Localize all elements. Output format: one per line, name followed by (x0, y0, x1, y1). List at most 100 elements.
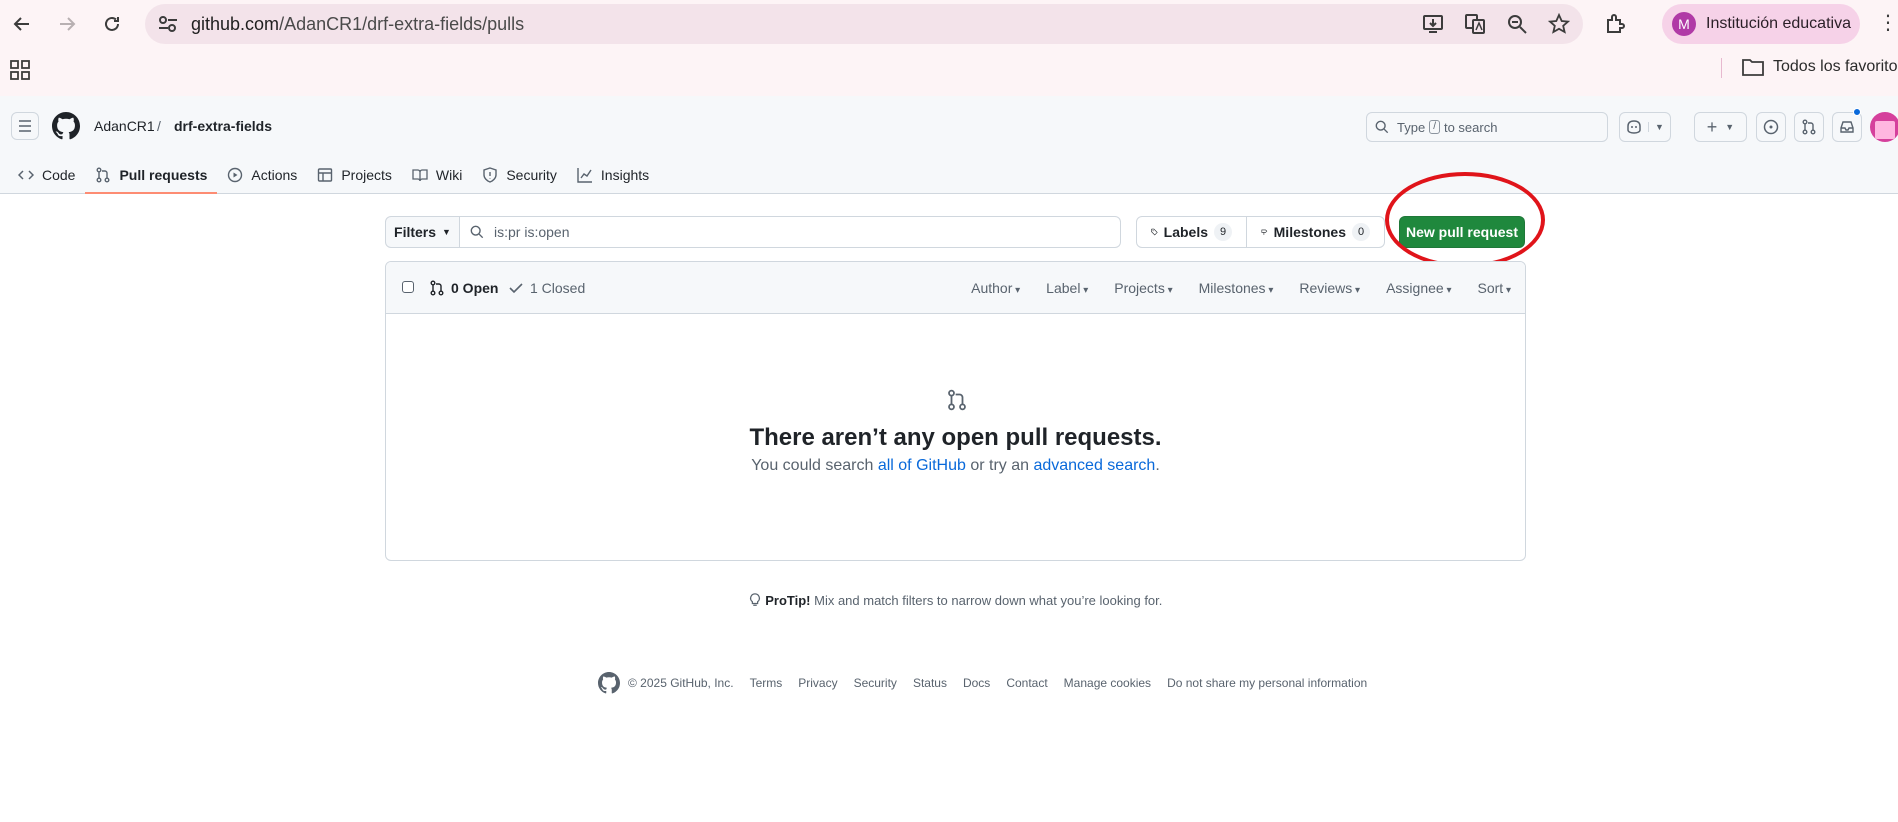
footer-link-contact[interactable]: Contact (1006, 676, 1047, 690)
create-new-button[interactable]: + ▼ (1694, 112, 1747, 142)
chevron-down-icon: ▼ (1725, 122, 1735, 132)
bookmark-star-icon[interactable] (1547, 12, 1571, 36)
user-avatar[interactable] (1870, 112, 1898, 142)
light-bulb-icon (749, 593, 760, 606)
milestones-menu[interactable]: Milestones (1199, 280, 1274, 296)
repo-nav: Code Pull requests Actions Projects Wiki… (0, 156, 659, 194)
address-bar[interactable]: github.com/AdanCR1/drf-extra-fields/pull… (145, 4, 1583, 44)
github-logo-icon[interactable] (598, 672, 620, 694)
tab-label: Actions (251, 167, 298, 183)
profile-button[interactable]: M Institución educativa (1662, 4, 1860, 44)
closed-count-label: 1 Closed (530, 280, 586, 296)
bookmarks-bar (0, 48, 1898, 96)
milestone-icon (1261, 229, 1268, 235)
git-pull-request-icon (96, 167, 110, 183)
copilot-button[interactable]: ▼ (1619, 112, 1671, 142)
graph-icon (577, 168, 592, 183)
back-icon[interactable] (10, 12, 34, 36)
assignee-menu[interactable]: Assignee (1386, 280, 1451, 296)
browser-chrome: github.com/AdanCR1/drf-extra-fields/pull… (0, 0, 1898, 96)
tab-label: Wiki (435, 167, 463, 183)
bookmarks-separator (1721, 58, 1722, 78)
issue-opened-icon (1763, 119, 1779, 135)
search-input[interactable]: Type / to search (1366, 112, 1608, 142)
tab-wiki[interactable]: Wiki (402, 156, 472, 194)
zoom-icon[interactable] (1505, 12, 1529, 36)
select-all-checkbox[interactable] (402, 281, 414, 293)
inbox-button[interactable] (1832, 112, 1862, 142)
folder-icon (1742, 59, 1764, 76)
open-filter-link[interactable]: 0 Open (429, 280, 498, 296)
reviews-menu[interactable]: Reviews (1299, 280, 1360, 296)
tab-label: Security (506, 167, 557, 183)
github-logo-icon[interactable] (52, 112, 80, 140)
plus-icon: + (1706, 117, 1718, 137)
filter-query-text: is:pr is:open (494, 224, 570, 240)
footer: © 2025 GitHub, Inc. Terms Privacy Securi… (598, 672, 1367, 694)
extensions-icon[interactable] (1604, 12, 1628, 36)
issues-button[interactable] (1756, 112, 1786, 142)
browser-toolbar: github.com/AdanCR1/drf-extra-fields/pull… (0, 0, 1898, 48)
copilot-icon (1627, 120, 1641, 134)
footer-link-docs[interactable]: Docs (963, 676, 990, 690)
tab-security[interactable]: Security (472, 156, 567, 194)
search-icon (1375, 120, 1389, 134)
code-icon (18, 170, 34, 180)
tab-label: Pull requests (119, 167, 208, 183)
breadcrumb-repo[interactable]: drf-extra-fields (174, 118, 272, 134)
menu-icon[interactable] (11, 112, 39, 140)
author-menu[interactable]: Author (971, 280, 1020, 296)
footer-link-privacy[interactable]: Privacy (798, 676, 837, 690)
bookmarks-folder-label: Todos los favoritos (1773, 58, 1898, 75)
tab-label: Code (42, 167, 76, 183)
labels-label: Labels (1163, 224, 1208, 240)
labels-button[interactable]: Labels 9 (1136, 216, 1247, 248)
footer-link-terms[interactable]: Terms (750, 676, 783, 690)
breadcrumb-owner[interactable]: AdanCR1 (94, 118, 155, 134)
milestones-button[interactable]: Milestones 0 (1247, 216, 1385, 248)
tab-label: Projects (341, 167, 392, 183)
protip: ProTip! Mix and match filters to narrow … (0, 593, 1898, 608)
forward-icon[interactable] (55, 12, 79, 36)
tab-pull-requests[interactable]: Pull requests (85, 156, 218, 194)
tab-projects[interactable]: Projects (307, 156, 402, 194)
label-menu[interactable]: Label (1046, 280, 1088, 296)
filter-search-input[interactable]: is:pr is:open (460, 216, 1121, 248)
translate-icon[interactable] (1463, 12, 1487, 36)
browser-menu-icon[interactable]: ⋮ (1878, 12, 1898, 36)
filters-bar: Filters ▼ is:pr is:open (385, 216, 1121, 248)
closed-filter-link[interactable]: 1 Closed (508, 280, 585, 296)
tab-insights[interactable]: Insights (567, 156, 659, 194)
footer-copyright: © 2025 GitHub, Inc. (628, 676, 734, 690)
profile-avatar: M (1672, 12, 1696, 36)
all-bookmarks-folder[interactable]: Todos los favoritos (1742, 58, 1898, 76)
labels-counter: 9 (1214, 223, 1232, 241)
apps-grid-icon[interactable] (10, 60, 30, 80)
play-icon (228, 167, 243, 183)
footer-link-status[interactable]: Status (913, 676, 947, 690)
filters-button[interactable]: Filters ▼ (385, 216, 460, 248)
all-of-github-link[interactable]: all of GitHub (878, 457, 966, 474)
shield-icon (483, 167, 498, 183)
reload-icon[interactable] (100, 12, 124, 36)
empty-text-part: You could search (751, 457, 878, 474)
pull-requests-button[interactable] (1794, 112, 1824, 142)
footer-link-security[interactable]: Security (854, 676, 897, 690)
tab-code[interactable]: Code (8, 156, 85, 194)
search-placeholder-suffix: to search (1443, 119, 1498, 135)
site-settings-icon[interactable] (157, 14, 179, 34)
git-pull-request-icon (430, 280, 444, 296)
table-icon (318, 168, 333, 182)
footer-link-manage-cookies[interactable]: Manage cookies (1064, 676, 1151, 690)
book-icon (412, 169, 428, 182)
git-pull-request-icon (1802, 119, 1816, 135)
check-icon (509, 283, 523, 294)
notification-dot (1853, 108, 1861, 116)
install-app-icon[interactable] (1421, 12, 1445, 36)
tab-actions[interactable]: Actions (217, 156, 307, 194)
advanced-search-link[interactable]: advanced search (1033, 457, 1155, 474)
footer-link-do-not-share[interactable]: Do not share my personal information (1167, 676, 1367, 690)
projects-menu[interactable]: Projects (1114, 280, 1172, 296)
git-pull-request-icon (948, 389, 966, 411)
sort-menu[interactable]: Sort (1478, 280, 1512, 296)
